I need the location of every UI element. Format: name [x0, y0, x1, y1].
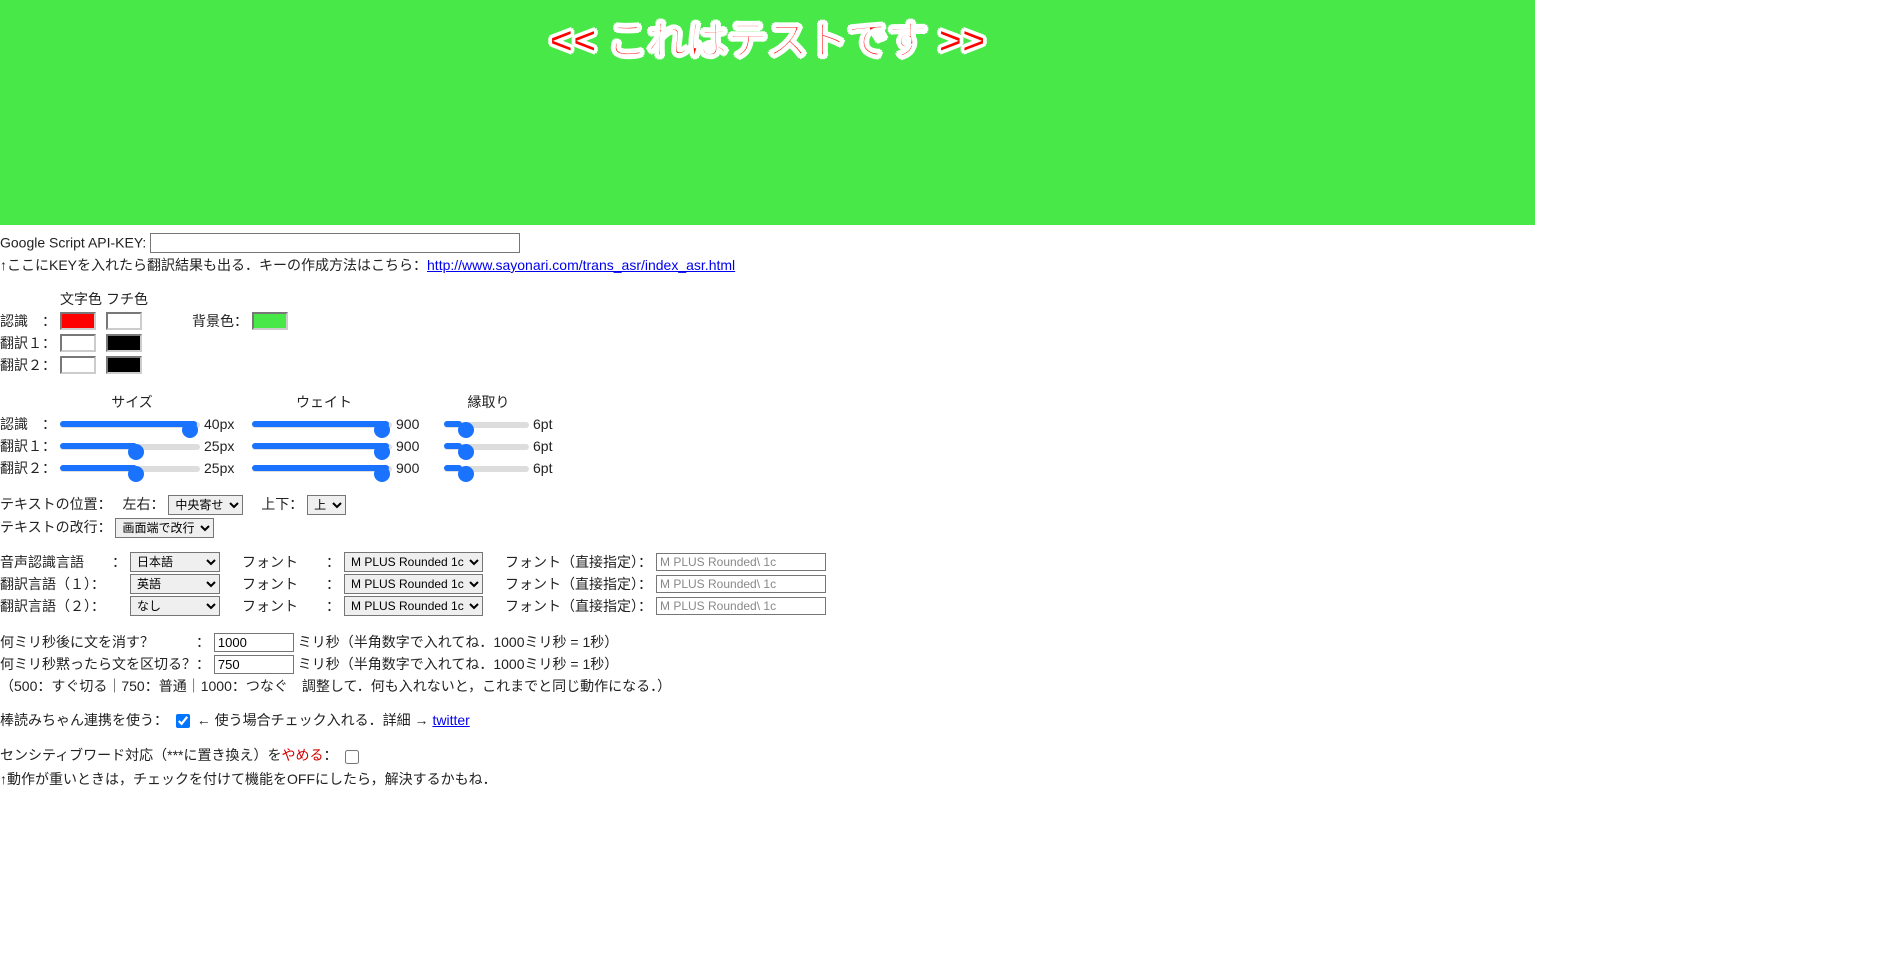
- api-key-input[interactable]: [150, 233, 520, 253]
- ud-select[interactable]: 上: [307, 495, 346, 515]
- font-direct-label-1: フォント（直接指定）：: [505, 574, 656, 596]
- recog-size-slider[interactable]: [60, 422, 200, 428]
- trans2-size-value: 25px: [204, 458, 252, 480]
- erase-label: 何ミリ秒後に文を消す？ ：: [0, 634, 210, 650]
- preview-area: << これはテストです >>: [0, 0, 1535, 225]
- ud-label: 上下：: [261, 496, 303, 512]
- recog-stroke-slider[interactable]: [444, 422, 529, 428]
- size-row-trans2: 翻訳２： 25px 900 6pt: [0, 458, 556, 480]
- lang-table: 音声認識言語 ： 日本語 フォント ： M PLUS Rounded 1c フォ…: [0, 552, 830, 618]
- font-label-1: フォント ：: [242, 574, 344, 596]
- recog-stroke-color[interactable]: [106, 312, 142, 330]
- bouyomi-label: 棒読みちゃん連携を使う：: [0, 712, 168, 728]
- header-text-color: 文字色: [60, 289, 106, 311]
- font-label-2: フォント ：: [242, 596, 344, 618]
- header-stroke-color: フチ色: [106, 289, 152, 311]
- size-table: サイズ ウェイト 縁取り 認識 ： 40px 900 6pt 翻訳１： 25px…: [0, 391, 556, 480]
- erase-suffix: ミリ秒（半角数字で入れてね．1000ミリ秒 = 1秒）: [298, 634, 618, 650]
- trans2-text-color[interactable]: [60, 356, 96, 374]
- trans2-stroke-slider[interactable]: [444, 466, 529, 472]
- text-position-label: テキストの位置：: [0, 496, 105, 512]
- trans2-lang-label: 翻訳言語（２）：: [0, 596, 130, 618]
- sensitive-checkbox[interactable]: [345, 750, 359, 764]
- trans1-stroke-slider[interactable]: [444, 444, 529, 450]
- sensitive-note: ↑動作が重いときは，チェックを付けて機能をOFFにしたら，解決するかもね．: [0, 769, 1897, 789]
- trans2-stroke-value: 6pt: [533, 458, 556, 480]
- trans1-size-value: 25px: [204, 436, 252, 458]
- sensitive-prefix: センシティブワード対応（***に置き換え）を: [0, 747, 282, 763]
- trans2-stroke-color[interactable]: [106, 356, 142, 374]
- trans2-weight-value: 900: [396, 458, 444, 480]
- trans2-size-slider[interactable]: [60, 466, 200, 472]
- font-select-2[interactable]: M PLUS Rounded 1c: [344, 596, 483, 616]
- erase-input[interactable]: [214, 633, 294, 652]
- size-row-trans1: 翻訳１： 25px 900 6pt: [0, 436, 556, 458]
- row-trans2-label: 翻訳２：: [0, 355, 60, 377]
- bg-color[interactable]: [252, 312, 288, 330]
- header-stroke: 縁取り: [444, 391, 533, 414]
- bouyomi-link[interactable]: twitter: [432, 712, 469, 728]
- bg-color-label: 背景色：: [192, 311, 252, 333]
- font-direct-label-2: フォント（直接指定）：: [505, 596, 656, 618]
- timing-hint: （500：すぐ切る｜750：普通｜1000：つなぐ 調整して．何も入れないと，こ…: [0, 676, 1897, 696]
- font-direct-label-0: フォント（直接指定）：: [505, 552, 656, 574]
- asr-lang-label: 音声認識言語 ：: [0, 552, 130, 574]
- trans1-size-slider[interactable]: [60, 444, 200, 450]
- font-label-0: フォント ：: [242, 552, 344, 574]
- recog-weight-value: 900: [396, 414, 444, 436]
- trans1-lang-select[interactable]: 英語: [130, 574, 220, 594]
- recog-text-color[interactable]: [60, 312, 96, 330]
- split-label: 何ミリ秒黙ったら文を区切る？：: [0, 656, 210, 672]
- trans1-weight-value: 900: [396, 436, 444, 458]
- recog-stroke-value: 6pt: [533, 414, 556, 436]
- trans1-stroke-value: 6pt: [533, 436, 556, 458]
- asr-lang-select[interactable]: 日本語: [130, 552, 220, 572]
- trans1-lang-label: 翻訳言語（１）：: [0, 574, 130, 596]
- font-select-0[interactable]: M PLUS Rounded 1c: [344, 552, 483, 572]
- wrap-select[interactable]: 画面端で改行: [115, 518, 214, 538]
- font-direct-input-2[interactable]: [656, 597, 826, 615]
- lr-label: 左右：: [122, 496, 164, 512]
- header-size: サイズ: [60, 391, 204, 414]
- trans1-weight-slider[interactable]: [252, 444, 392, 450]
- size-row-recog: 認識 ： 40px 900 6pt: [0, 414, 556, 436]
- trans1-text-color[interactable]: [60, 334, 96, 352]
- wrap-label: テキストの改行：: [0, 519, 112, 535]
- recog-weight-slider[interactable]: [252, 422, 392, 428]
- api-key-label: Google Script API-KEY:: [0, 235, 146, 251]
- trans2-lang-select[interactable]: なし: [130, 596, 220, 616]
- recog-size-value: 40px: [204, 414, 252, 436]
- row-recog-label: 認識 ：: [0, 311, 60, 333]
- api-help-link[interactable]: http://www.sayonari.com/trans_asr/index_…: [427, 257, 735, 273]
- api-note: ↑ここにKEYを入れたら翻訳結果も出る．キーの作成方法はこちら：: [0, 257, 427, 273]
- font-direct-input-1[interactable]: [656, 575, 826, 593]
- bouyomi-suffix: ← 使う場合チェック入れる．詳細 →: [197, 712, 429, 728]
- trans1-stroke-color[interactable]: [106, 334, 142, 352]
- header-weight: ウェイト: [252, 391, 396, 414]
- color-table: 文字色 フチ色 認識 ： 背景色： 翻訳１： 翻訳２：: [0, 289, 292, 377]
- sensitive-red: やめる: [282, 747, 324, 763]
- row-trans1-label: 翻訳１：: [0, 333, 60, 355]
- split-input[interactable]: [214, 655, 294, 674]
- font-direct-input-0[interactable]: [656, 553, 826, 571]
- lr-select[interactable]: 中央寄せ: [168, 495, 243, 515]
- preview-text: << これはテストです >>: [550, 8, 986, 225]
- trans2-weight-slider[interactable]: [252, 466, 392, 472]
- font-select-1[interactable]: M PLUS Rounded 1c: [344, 574, 483, 594]
- bouyomi-checkbox[interactable]: [176, 714, 190, 728]
- split-suffix: ミリ秒（半角数字で入れてね．1000ミリ秒 = 1秒）: [298, 656, 618, 672]
- sensitive-suffix: ：: [324, 747, 338, 763]
